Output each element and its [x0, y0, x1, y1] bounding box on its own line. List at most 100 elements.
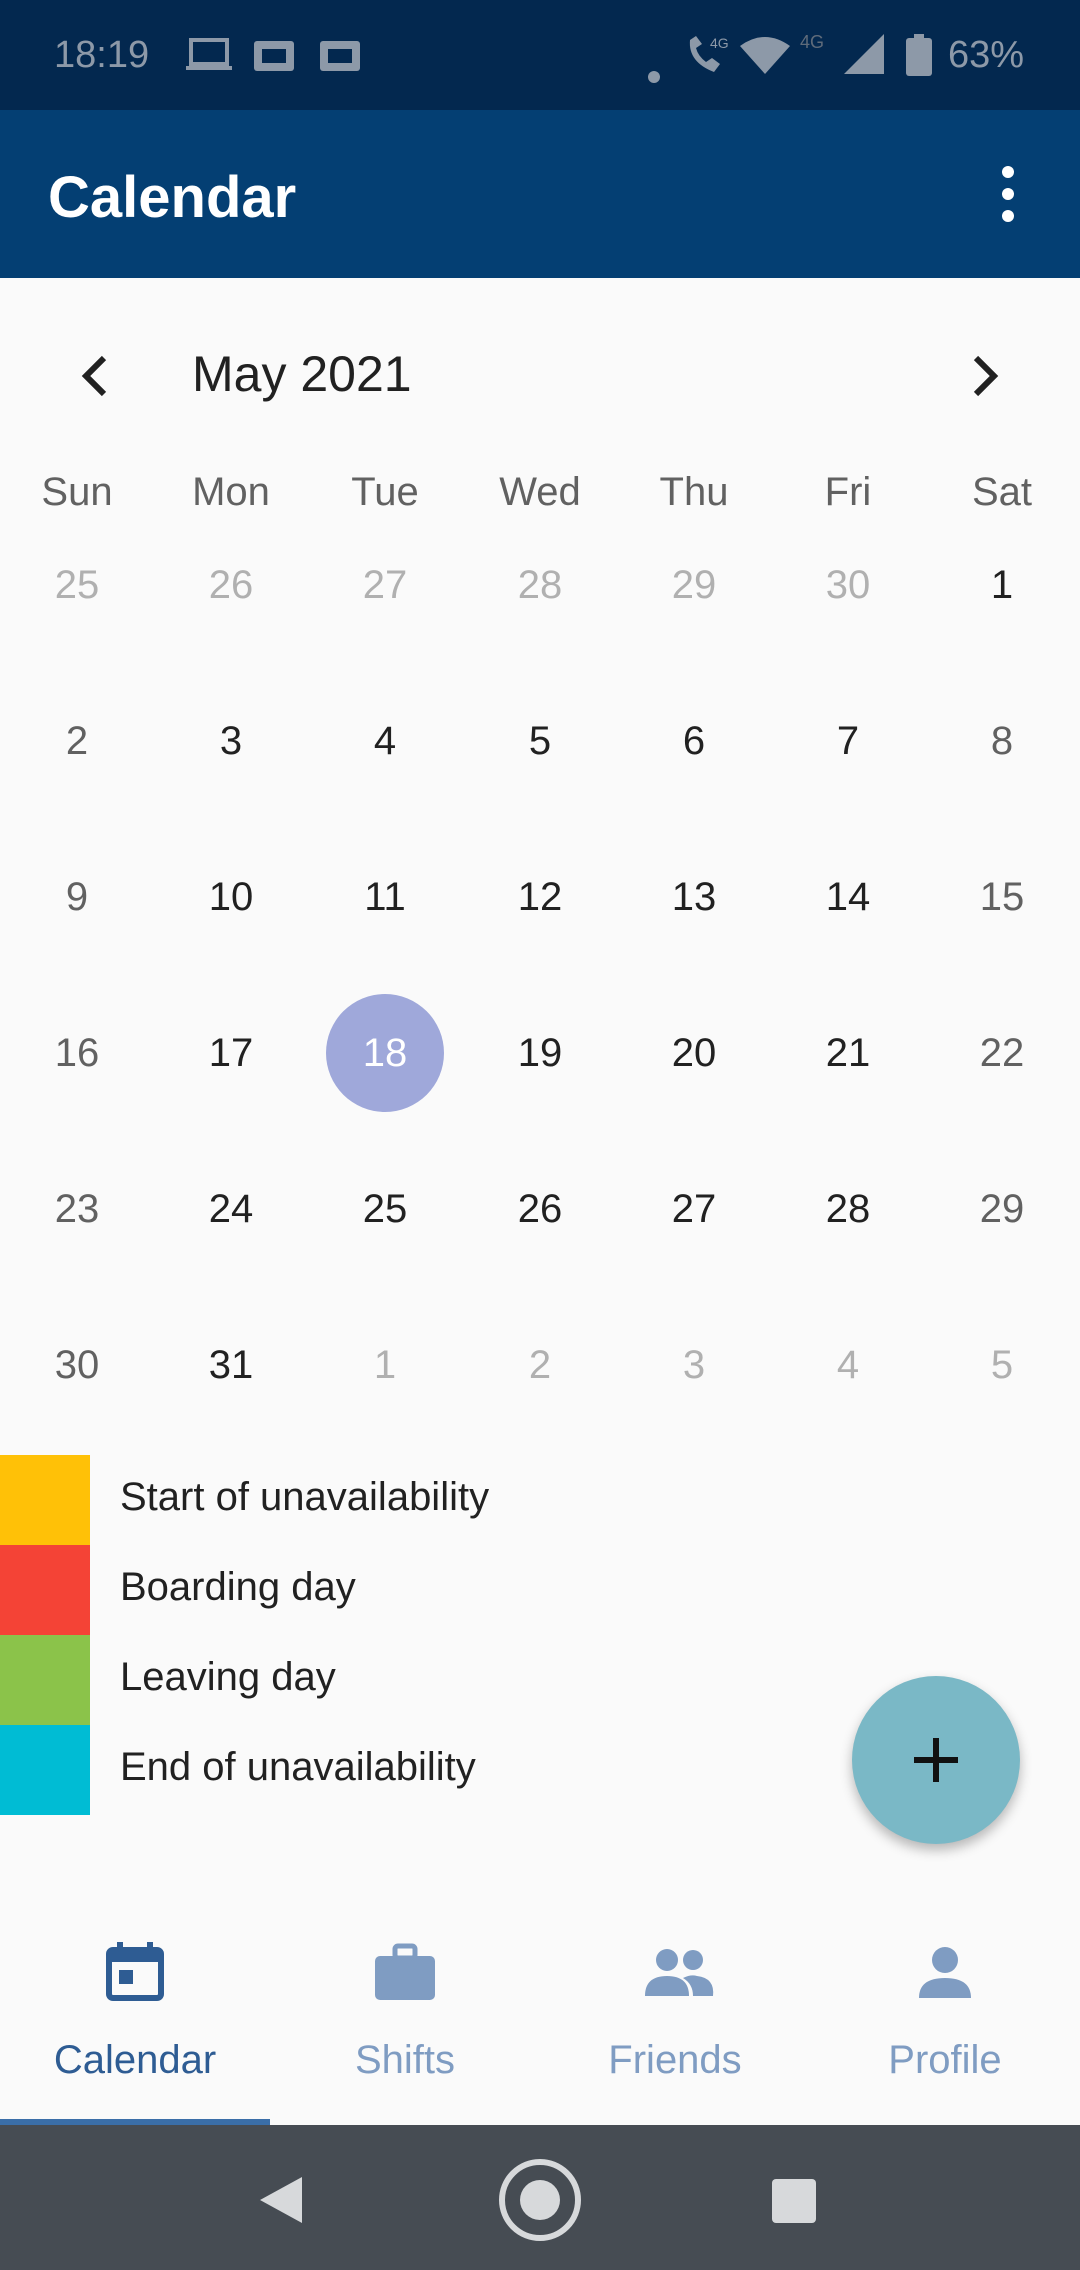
person-icon	[913, 1940, 977, 2009]
add-button[interactable]	[852, 1676, 1020, 1844]
calendar-day[interactable]: 12	[463, 847, 617, 947]
calendar-day[interactable]: 25	[0, 535, 154, 635]
calendar-day[interactable]: 7	[771, 691, 925, 791]
tab-label: Profile	[888, 2038, 1002, 2082]
home-circle-icon	[499, 2159, 581, 2241]
calendar-day[interactable]: 20	[617, 1003, 771, 1103]
calendar-day[interactable]: 3	[617, 1315, 771, 1415]
chevron-right-icon	[973, 355, 999, 397]
calendar-day[interactable]: 16	[0, 1003, 154, 1103]
weekday-label: Thu	[659, 470, 729, 514]
calendar-day[interactable]: 27	[308, 535, 462, 635]
legend-swatch	[0, 1725, 90, 1815]
next-month-button[interactable]	[944, 336, 1024, 416]
calendar-day[interactable]: 29	[617, 535, 771, 635]
calendar-day[interactable]: 4	[771, 1315, 925, 1415]
laptop-icon	[186, 38, 232, 82]
tab-friends[interactable]: Friends	[540, 1900, 810, 2125]
calendar-day[interactable]: 10	[154, 847, 308, 947]
tab-label: Calendar	[53, 2038, 217, 2082]
calendar-day[interactable]: 1	[925, 535, 1079, 635]
battery-icon	[906, 34, 932, 86]
svg-text:4G: 4G	[710, 35, 729, 51]
calendar-day[interactable]: 30	[771, 535, 925, 635]
calendar-day[interactable]: 26	[154, 535, 308, 635]
calendar-day[interactable]: 11	[308, 847, 462, 947]
calendar-day[interactable]: 19	[463, 1003, 617, 1103]
calendar-day-selected[interactable]: 18	[308, 994, 462, 1112]
calendar-day[interactable]: 27	[617, 1159, 771, 1259]
calendar-day[interactable]: 2	[463, 1315, 617, 1415]
status-time: 18:19	[54, 34, 150, 76]
calendar-day[interactable]: 25	[308, 1159, 462, 1259]
system-navigation-bar	[0, 2125, 1080, 2270]
calendar-day[interactable]: 28	[771, 1159, 925, 1259]
dot-icon	[648, 50, 660, 93]
tab-profile[interactable]: Profile	[810, 1900, 1080, 2125]
calendar-day[interactable]: 28	[463, 535, 617, 635]
calendar-day[interactable]: 5	[463, 691, 617, 791]
weekday-label: Wed	[499, 470, 581, 514]
calendar-day[interactable]: 31	[154, 1315, 308, 1415]
legend-item: Boarding day	[0, 1545, 900, 1635]
calendar-day[interactable]: 9	[0, 847, 154, 947]
legend-label: Leaving day	[120, 1655, 336, 1699]
previous-month-button[interactable]	[56, 336, 136, 416]
calendar-day[interactable]: 3	[154, 691, 308, 791]
weekday-label: Fri	[824, 470, 872, 514]
system-recents-button[interactable]	[748, 2155, 838, 2245]
recents-square-icon	[772, 2179, 816, 2223]
sim-card-icon	[320, 38, 360, 81]
back-triangle-icon	[260, 2177, 302, 2223]
calendar-icon	[103, 1940, 167, 2009]
calendar-day[interactable]: 29	[925, 1159, 1079, 1259]
legend-item: Start of unavailability	[0, 1455, 900, 1545]
more-vertical-icon	[1002, 166, 1014, 222]
calendar-day[interactable]: 26	[463, 1159, 617, 1259]
calendar-day[interactable]: 22	[925, 1003, 1079, 1103]
legend-swatch	[0, 1455, 90, 1545]
bottom-navigation: Calendar Shifts Friends Profile	[0, 1900, 1080, 2125]
legend-label: Start of unavailability	[120, 1475, 490, 1519]
wifi-icon	[740, 36, 790, 84]
legend-label: End of unavailability	[120, 1745, 476, 1789]
calendar-day[interactable]: 21	[771, 1003, 925, 1103]
tab-calendar[interactable]: Calendar	[0, 1900, 270, 2125]
calendar-day[interactable]: 8	[925, 691, 1079, 791]
legend-item: End of unavailability	[0, 1725, 900, 1815]
legend-swatch	[0, 1545, 90, 1635]
calendar-day[interactable]: 15	[925, 847, 1079, 947]
tab-label: Friends	[608, 2038, 742, 2082]
people-icon	[643, 1940, 715, 2009]
network-label: 4G	[800, 32, 824, 52]
briefcase-icon	[373, 1940, 437, 2009]
calendar-day[interactable]: 24	[154, 1159, 308, 1259]
tab-label: Shifts	[354, 2038, 456, 2082]
weekday-label: Sun	[41, 470, 113, 514]
volte-call-icon: 4G	[684, 32, 730, 86]
calendar-day[interactable]: 14	[771, 847, 925, 947]
calendar-day[interactable]: 23	[0, 1159, 154, 1259]
battery-percent: 63%	[948, 34, 1025, 76]
system-home-button[interactable]	[495, 2155, 585, 2245]
sim-card-icon	[254, 38, 294, 81]
calendar-grid: 25 26 27 28 29 30 1 2 3 4 5 6 7 8 9 10 1…	[0, 535, 1080, 1465]
overflow-menu-button[interactable]	[980, 162, 1036, 226]
calendar-day[interactable]: 4	[308, 691, 462, 791]
month-label: May 2021	[192, 346, 412, 402]
weekday-header-row: Sun Mon Tue Wed Thu Fri Sat	[0, 470, 1080, 520]
calendar-day[interactable]: 6	[617, 691, 771, 791]
calendar-day[interactable]: 17	[154, 1003, 308, 1103]
tab-shifts[interactable]: Shifts	[270, 1900, 540, 2125]
calendar-day[interactable]: 5	[925, 1315, 1079, 1415]
weekday-label: Sat	[971, 470, 1033, 514]
calendar-day[interactable]: 1	[308, 1315, 462, 1415]
calendar-day[interactable]: 2	[0, 691, 154, 791]
plus-icon	[914, 1738, 958, 1782]
signal-4g-icon: 4G	[800, 32, 890, 86]
legend-item: Leaving day	[0, 1635, 900, 1725]
calendar-day[interactable]: 30	[0, 1315, 154, 1415]
system-back-button[interactable]	[236, 2155, 326, 2245]
weekday-label: Mon	[192, 470, 270, 514]
calendar-day[interactable]: 13	[617, 847, 771, 947]
